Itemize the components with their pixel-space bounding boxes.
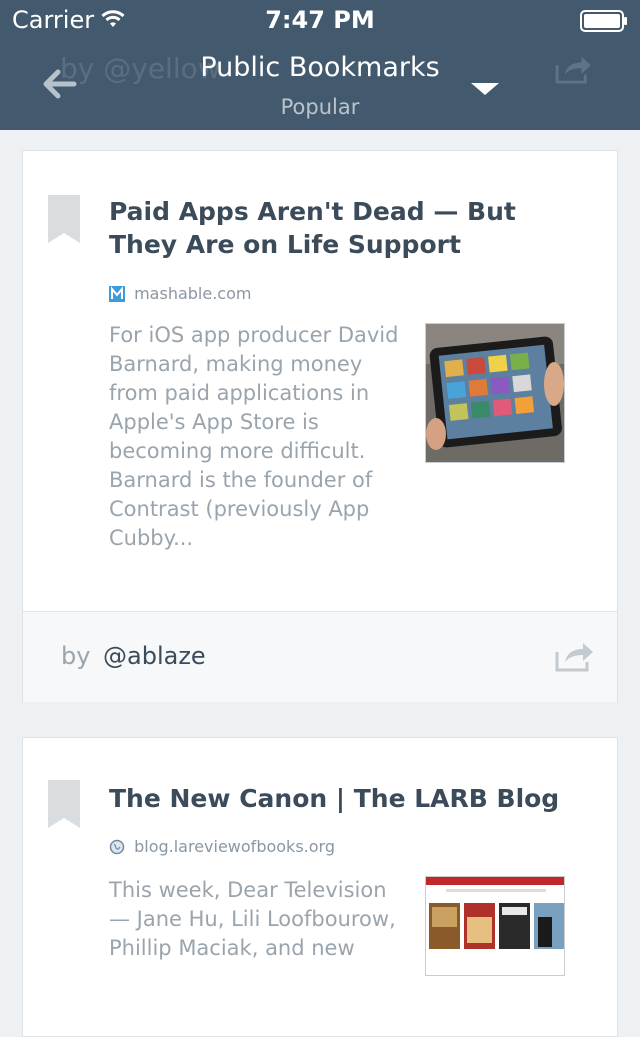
- bookmark-excerpt: This week, Dear Television — Jane Hu, Li…: [109, 878, 396, 960]
- tablet-photo-icon: [426, 324, 564, 462]
- bookmark-title[interactable]: The New Canon | The LARB Blog: [109, 782, 569, 815]
- bookmark-card[interactable]: Paid Apps Aren't Dead — But They Are on …: [22, 150, 618, 702]
- bookmark-ribbon-icon[interactable]: [48, 195, 80, 243]
- source-row[interactable]: blog.lareviewofbooks.org: [109, 836, 335, 856]
- by-label: by: [61, 642, 91, 670]
- triangle-down-icon[interactable]: [470, 82, 500, 96]
- status-time: 7:47 PM: [265, 6, 375, 34]
- username-link[interactable]: @ablaze: [103, 642, 206, 670]
- navigation-bar: Carrier 7:47 PM by @yellow Public Bookma…: [0, 0, 640, 130]
- globe-icon: [109, 839, 125, 854]
- status-bar: Carrier 7:47 PM: [0, 0, 640, 40]
- bookmark-title[interactable]: Paid Apps Aren't Dead — But They Are on …: [109, 195, 569, 261]
- thumbnail-image: [425, 876, 565, 976]
- mashable-favicon-icon: [109, 285, 125, 302]
- posters-photo-icon: [426, 877, 564, 975]
- card-footer: by @ablaze: [23, 611, 617, 702]
- source-row[interactable]: mashable.com: [109, 283, 251, 303]
- page-title: Public Bookmarks: [200, 52, 440, 83]
- thumbnail-image: [425, 323, 565, 463]
- battery-icon: [580, 10, 627, 32]
- share-icon[interactable]: [555, 640, 595, 672]
- source-domain: blog.lareviewofbooks.org: [134, 837, 335, 856]
- bookmark-card[interactable]: The New Canon | The LARB Blog blog.larev…: [22, 737, 618, 1037]
- source-domain: mashable.com: [134, 284, 252, 303]
- bookmark-ribbon-icon[interactable]: [48, 780, 80, 828]
- bookmark-excerpt: For iOS app producer David Barnard, maki…: [109, 323, 399, 550]
- page-subtitle: Popular: [280, 95, 360, 119]
